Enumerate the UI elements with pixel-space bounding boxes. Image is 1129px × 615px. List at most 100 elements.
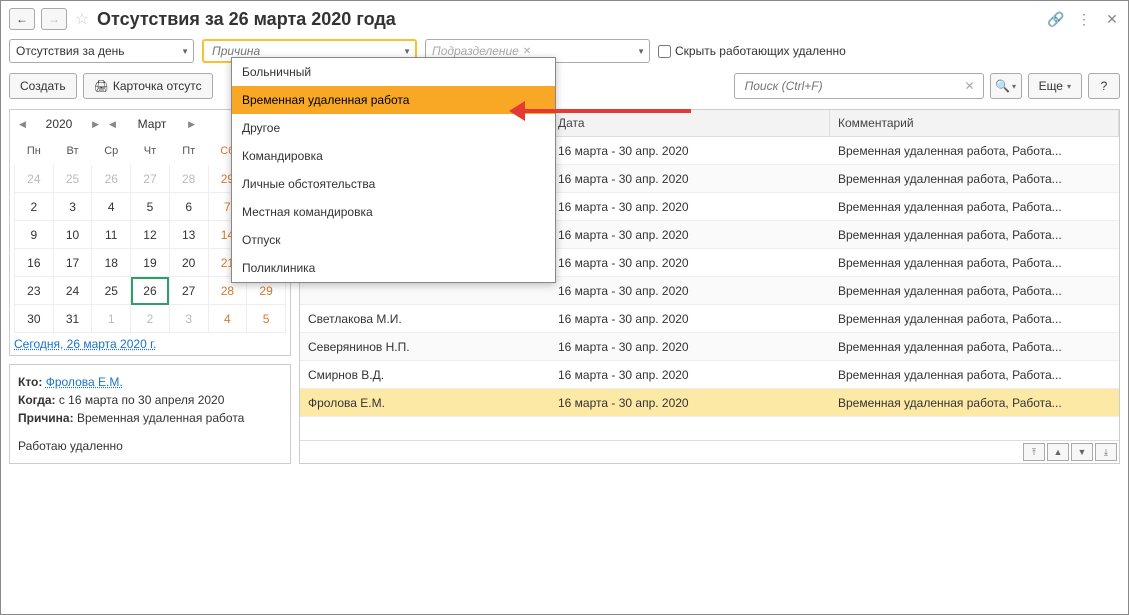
cell-date: 16 марта - 30 апр. 2020 [550,256,830,270]
grid-scroll-down[interactable]: ▼ [1071,443,1093,461]
chevron-right-icon[interactable]: ▶ [188,119,195,130]
calendar-day[interactable]: 24 [15,165,54,193]
calendar-day[interactable]: 4 [208,305,247,333]
dropdown-item[interactable]: Местная командировка [232,198,555,226]
grid-header-date[interactable]: Дата [550,110,830,136]
calendar-day[interactable]: 17 [53,249,92,277]
calendar-day[interactable]: 2 [15,193,54,221]
chevron-right-icon[interactable]: ▶ [92,119,99,130]
calendar-day[interactable]: 27 [169,277,208,305]
calendar-day[interactable]: 5 [247,305,286,333]
when-label: Когда: [18,393,55,407]
more-button[interactable]: Еще ▾ [1028,73,1082,99]
calendar-day[interactable]: 24 [53,277,92,305]
toolbar: Создать 🖨 Карточка отсутс ✕ 🔍 ▾ Еще ▾ ? [9,73,1120,99]
hide-remote-checkbox[interactable] [658,45,671,58]
today-link[interactable]: Сегодня, 26 марта 2020 г. [14,337,156,351]
view-select[interactable]: Отсутствия за день ▼ [9,39,194,63]
chevron-left-icon[interactable]: ◀ [19,119,26,130]
clear-icon[interactable]: ✕ [523,46,531,57]
grid-scroll-up[interactable]: ▲ [1047,443,1069,461]
calendar-day[interactable]: 18 [92,249,131,277]
grid-header-comment[interactable]: Комментарий [830,110,1119,136]
year-select[interactable]: ◀ 2020 ▶ [14,114,104,134]
table-row[interactable]: Светлакова М.И.16 марта - 30 апр. 2020Вр… [300,305,1119,333]
calendar-day[interactable]: 20 [169,249,208,277]
dropdown-item[interactable]: Поликлиника [232,254,555,282]
card-button[interactable]: 🖨 Карточка отсутс [83,73,213,99]
dropdown-item[interactable]: Другое [232,114,555,142]
calendar-day[interactable]: 4 [92,193,131,221]
calendar-day[interactable]: 12 [131,221,170,249]
calendar-day[interactable]: 26 [92,165,131,193]
reason-label: Причина: [18,411,74,425]
calendar-dow: Пт [169,137,208,165]
table-row[interactable]: Смирнов В.Д.16 марта - 30 апр. 2020Време… [300,361,1119,389]
calendar-day[interactable]: 25 [92,277,131,305]
nav-forward-button[interactable]: → [41,8,67,30]
calendar-day[interactable]: 25 [53,165,92,193]
cell-comment: Временная удаленная работа, Работа... [830,228,1119,242]
search-clear-icon[interactable]: ✕ [961,79,979,93]
filter-bar: Отсутствия за день ▼ ▼ Подразделение ✕ ▼… [9,39,1120,63]
dropdown-item[interactable]: Отпуск [232,226,555,254]
calendar-day[interactable]: 10 [53,221,92,249]
calendar-day[interactable]: 28 [169,165,208,193]
calendar-day[interactable]: 30 [15,305,54,333]
cell-date: 16 марта - 30 апр. 2020 [550,144,830,158]
cell-comment: Временная удаленная работа, Работа... [830,284,1119,298]
link-icon[interactable]: 🔗 [1048,11,1064,27]
cell-comment: Временная удаленная работа, Работа... [830,340,1119,354]
annotation-arrow [521,109,691,113]
grid-scroll-top[interactable]: ⤒ [1023,443,1045,461]
calendar-day[interactable]: 2 [131,305,170,333]
calendar-day[interactable]: 11 [92,221,131,249]
chevron-down-icon: ▾ [1067,82,1071,91]
when-value: с 16 марта по 30 апреля 2020 [59,393,225,407]
calendar-day[interactable]: 6 [169,193,208,221]
search-box[interactable]: ✕ [734,73,984,99]
chevron-down-icon[interactable]: ▼ [181,47,189,56]
chevron-down-icon[interactable]: ▼ [637,47,645,56]
create-button[interactable]: Создать [9,73,77,99]
cell-comment: Временная удаленная работа, Работа... [830,200,1119,214]
cell-name: Светлакова М.И. [300,312,550,326]
chevron-left-icon[interactable]: ◀ [109,119,116,130]
month-select[interactable]: ◀ Март ▶ [104,114,200,134]
cell-date: 16 марта - 30 апр. 2020 [550,368,830,382]
cell-date: 16 марта - 30 апр. 2020 [550,172,830,186]
calendar-day[interactable]: 19 [131,249,170,277]
calendar-day[interactable]: 9 [15,221,54,249]
calendar-day[interactable]: 1 [92,305,131,333]
favorite-star-icon[interactable]: ☆ [73,10,91,28]
chevron-down-icon[interactable]: ▼ [403,47,411,56]
dropdown-item[interactable]: Временная удаленная работа [232,86,555,114]
calendar-day[interactable]: 5 [131,193,170,221]
printer-icon: 🖨 [94,79,109,93]
dropdown-item[interactable]: Личные обстоятельства [232,170,555,198]
table-row[interactable]: Фролова Е.М.16 марта - 30 апр. 2020Време… [300,389,1119,417]
calendar-day[interactable]: 16 [15,249,54,277]
calendar-day[interactable]: 3 [53,193,92,221]
hide-remote-checkbox-wrap[interactable]: Скрыть работающих удаленно [658,44,846,58]
calendar-day[interactable]: 3 [169,305,208,333]
cell-comment: Временная удаленная работа, Работа... [830,368,1119,382]
advanced-search-button[interactable]: 🔍 ▾ [990,73,1022,99]
close-icon[interactable]: ✕ [1104,11,1120,27]
settings-icon[interactable]: ⋮ [1076,11,1092,27]
table-row[interactable]: Северянинов Н.П.16 марта - 30 апр. 2020В… [300,333,1119,361]
nav-back-button[interactable]: ← [9,8,35,30]
dropdown-item[interactable]: Больничный [232,58,555,86]
calendar-day[interactable]: 31 [53,305,92,333]
grid-scroll-bottom[interactable]: ⤓ [1095,443,1117,461]
cell-date: 16 марта - 30 апр. 2020 [550,340,830,354]
search-input[interactable] [743,78,961,94]
calendar-day[interactable]: 27 [131,165,170,193]
calendar-day[interactable]: 23 [15,277,54,305]
help-button[interactable]: ? [1088,73,1120,99]
calendar-day[interactable]: 13 [169,221,208,249]
dropdown-item[interactable]: Командировка [232,142,555,170]
who-link[interactable]: Фролова Е.М. [46,375,123,389]
calendar-day[interactable]: 26 [131,277,170,305]
more-label: Еще [1039,79,1063,93]
